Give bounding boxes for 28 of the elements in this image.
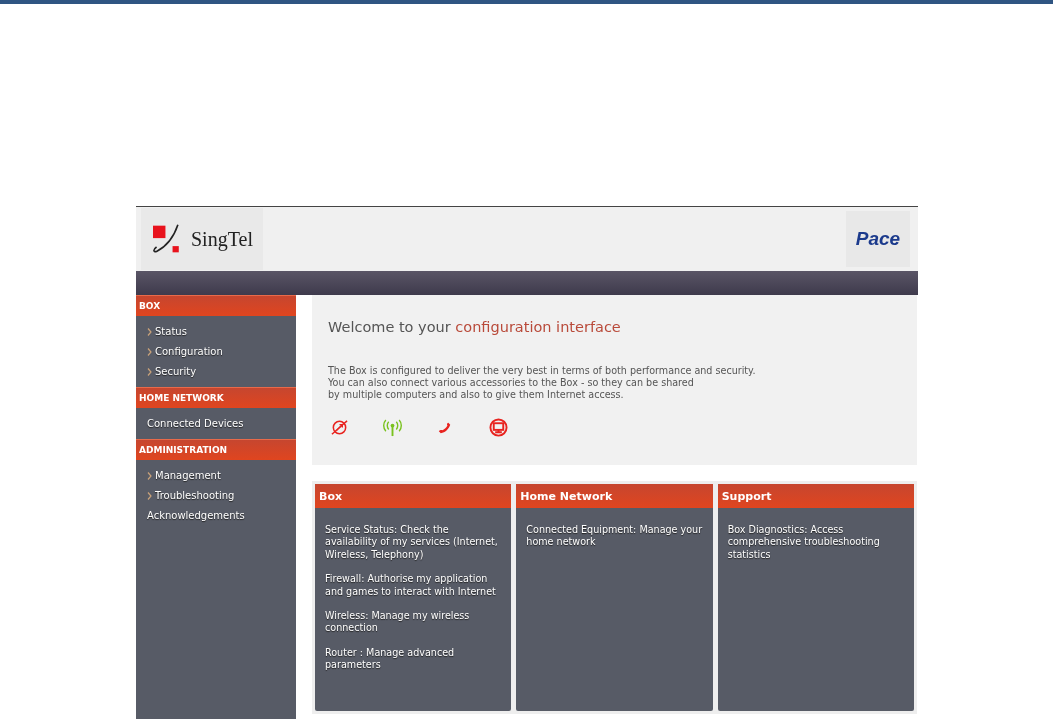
sidebar-item[interactable]: Management <box>136 470 296 481</box>
sidebar-item[interactable]: Configuration <box>136 346 296 357</box>
card-title: Box <box>315 484 512 508</box>
sidebar-item[interactable]: Troubleshooting <box>136 490 296 501</box>
sidebar-section-title: BOX <box>136 295 296 316</box>
sidebar-item[interactable]: Connected Devices <box>136 418 296 429</box>
sidebar-section-title: HOME NETWORK <box>136 387 296 408</box>
chevron-icon <box>147 367 152 376</box>
sidebar-item[interactable]: Security <box>136 366 296 377</box>
card-title: Support <box>717 484 914 508</box>
card-title: Home Network <box>516 484 713 508</box>
chevron-icon <box>147 491 152 500</box>
welcome-title: Welcome to your configuration interface <box>328 319 622 335</box>
card-link[interactable]: Connected Equipment: Manage your home network <box>526 524 703 549</box>
chevron-icon <box>147 471 152 480</box>
chevron-icon <box>147 327 152 336</box>
brand-logo: SingTel <box>141 208 263 270</box>
sidebar-item[interactable]: Acknowledgements <box>136 510 296 521</box>
partner-logo: Pace <box>846 211 910 267</box>
welcome-description: The Box is configured to deliver the very best in terms of both performance and security. You can also connect various accessories to the Box - so they can be shared by multiple computers and also to give them Internet access. <box>328 365 757 402</box>
chevron-icon <box>147 347 152 356</box>
card-link[interactable]: Router : Manage advanced parameters <box>325 646 502 672</box>
sidebar-item[interactable]: Status <box>136 326 296 337</box>
card-link[interactable]: Service Status: Check the availability of my services (Internet, Wireless, Telephony) <box>325 524 502 562</box>
card-link[interactable]: Wireless: Manage my wireless connection <box>325 610 502 635</box>
card-link[interactable]: Firewall: Authorise my application and games to interact with Internet <box>325 573 502 599</box>
sidebar-section-title: ADMINISTRATION <box>136 439 296 460</box>
card-link[interactable]: Box Diagnostics: Access comprehensive troubleshooting statistics <box>727 524 904 562</box>
